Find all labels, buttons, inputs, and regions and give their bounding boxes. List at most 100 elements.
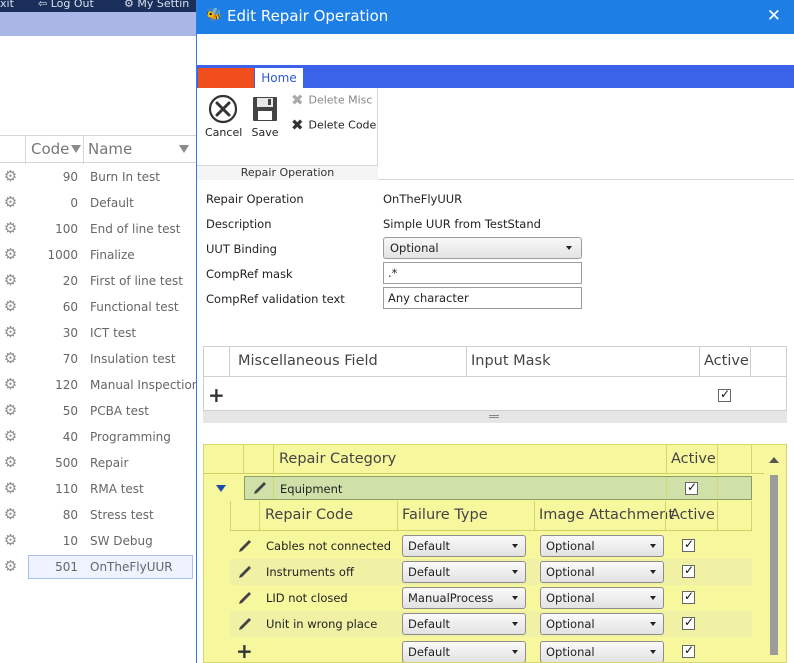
operation-code: 50 [62,404,78,418]
close-icon[interactable]: ✕ [767,6,781,26]
gear-icon[interactable]: ⚙ [2,376,19,393]
repair-code-active-checkbox[interactable]: ✓ [682,643,695,658]
code-column-header[interactable]: Code [31,140,69,158]
table-row[interactable]: ⚙ 0 Default [0,190,196,216]
gear-icon[interactable]: ⚙ [2,402,19,419]
application-menu-button[interactable] [198,68,254,88]
table-row[interactable]: ⚙ 50 PCBA test [0,398,196,424]
repair-code-active-checkbox[interactable]: ✓ [682,589,695,604]
failure-type-select[interactable]: Default [402,561,526,583]
gear-icon[interactable]: ⚙ [2,558,19,575]
table-row[interactable]: ⚙ 40 Programming [0,424,196,450]
save-button[interactable]: Save [247,94,283,139]
gear-icon[interactable]: ⚙ [2,324,19,341]
code-filter-icon[interactable] [71,145,81,153]
table-row[interactable]: ⚙ 20 First of line test [0,268,196,294]
gear-icon[interactable]: ⚙ [2,194,19,211]
category-active-column-header[interactable]: Active [671,451,716,467]
new-repair-code-row[interactable]: + Default Optional ✓ [230,639,752,662]
dialog-titlebar[interactable]: 🐝 Edit Repair Operation ✕ [197,0,794,34]
gear-icon[interactable]: ⚙ [2,272,19,289]
operation-code: 80 [62,508,78,522]
expand-triangle-icon[interactable] [216,485,226,492]
gear-icon[interactable]: ⚙ [2,246,19,263]
category-active-checkbox[interactable]: ✓ [685,480,698,495]
operation-name: RMA test [90,482,144,496]
gear-icon[interactable]: ⚙ [2,220,19,237]
compref-validation-input[interactable]: Any character [383,287,582,309]
failure-type-select[interactable]: ManualProcess [402,587,526,609]
gear-icon[interactable]: ⚙ [2,454,19,471]
my-settings-link[interactable]: ⚙ My Settin [124,0,189,10]
repair-code-column-header[interactable]: Repair Code [265,507,353,536]
category-row[interactable]: Equipment ✓ [244,476,752,500]
exit-link[interactable]: xit [0,0,14,10]
repair-code-row[interactable]: Unit in wrong place Default Optional ✓ [230,611,752,637]
image-attachment-column-header[interactable]: Image Attachment [539,507,674,536]
name-column-header[interactable]: Name [88,140,132,158]
table-row[interactable]: ⚙ 60 Functional test [0,294,196,320]
image-attachment-select[interactable]: Optional [540,641,664,662]
failure-type-select[interactable]: Default [402,641,526,662]
image-attachment-select[interactable]: Optional [540,613,664,635]
delete-misc-button[interactable]: ✖ Delete Misc [291,93,372,111]
image-attachment-select[interactable]: Optional [540,535,664,557]
repair-code-row[interactable]: LID not closed ManualProcess Optional ✓ [230,585,752,611]
misc-field-column-header[interactable]: Miscellaneous Field [238,353,378,369]
add-repair-code-button[interactable]: + [236,641,253,661]
repair-code-active-checkbox[interactable]: ✓ [682,615,695,630]
repair-category-column-header[interactable]: Repair Category [279,451,396,467]
pencil-icon[interactable] [236,589,254,607]
category-grid-scrollbar[interactable] [761,445,786,662]
failure-type-select[interactable]: Default [402,535,526,557]
table-row[interactable]: ⚙ 70 Insulation test [0,346,196,372]
table-row[interactable]: ⚙ 80 Stress test [0,502,196,528]
operation-code: 90 [62,170,78,184]
repair-code-row[interactable]: Cables not connected Default Optional ✓ [230,533,752,559]
delete-code-button[interactable]: ✖ Delete Code [291,118,376,136]
add-misc-field-button[interactable]: + [208,385,225,405]
image-attachment-select[interactable]: Optional [540,587,664,609]
chevron-down-icon [650,570,656,574]
table-row[interactable]: ⚙ 30 ICT test [0,320,196,346]
gear-icon[interactable]: ⚙ [2,532,19,549]
name-filter-icon[interactable] [179,145,189,153]
scroll-thumb[interactable] [770,475,778,655]
gear-icon[interactable]: ⚙ [2,350,19,367]
table-row[interactable]: ⚙ 110 RMA test [0,476,196,502]
repair-code-row[interactable]: Instruments off Default Optional ✓ [230,559,752,585]
table-row[interactable]: ⚙ 10 SW Debug [0,528,196,554]
compref-mask-input[interactable]: .* [383,262,582,284]
table-row[interactable]: ⚙ 120 Manual Inspection [0,372,200,398]
pencil-icon[interactable] [236,537,254,555]
input-mask-column-header[interactable]: Input Mask [471,353,551,369]
table-row[interactable]: ⚙ 1000 Finalize [0,242,196,268]
gear-icon[interactable]: ⚙ [2,428,19,445]
table-row[interactable]: ⚙ 500 Repair [0,450,196,476]
uut-binding-select[interactable]: Optional [383,237,582,259]
table-row[interactable]: ⚙ 501 OnTheFlyUUR [0,554,196,580]
misc-active-column-header[interactable]: Active [704,353,749,369]
gear-icon[interactable]: ⚙ [2,506,19,523]
operation-code: 501 [55,560,78,574]
grid-splitter[interactable] [203,411,787,423]
gear-icon[interactable]: ⚙ [2,480,19,497]
cancel-button[interactable]: Cancel [205,94,242,139]
code-active-column-header[interactable]: Active [670,507,715,536]
table-row[interactable]: ⚙ 100 End of line test [0,216,196,242]
gear-icon[interactable]: ⚙ [2,168,19,185]
table-row[interactable]: ⚙ 90 Burn In test [0,164,196,190]
failure-type-select[interactable]: Default [402,613,526,635]
misc-new-active-checkbox[interactable]: ✓ [718,387,731,402]
failure-type-column-header[interactable]: Failure Type [402,507,488,536]
pencil-icon[interactable] [251,479,269,497]
image-attachment-select[interactable]: Optional [540,561,664,583]
gear-icon[interactable]: ⚙ [2,298,19,315]
scroll-up-icon[interactable] [769,457,779,463]
repair-code-active-checkbox[interactable]: ✓ [682,563,695,578]
repair-code-active-checkbox[interactable]: ✓ [682,537,695,552]
pencil-icon[interactable] [236,563,254,581]
logout-link[interactable]: ⇦ Log Out [38,0,94,10]
pencil-icon[interactable] [236,615,254,633]
tab-home[interactable]: Home [255,68,303,88]
